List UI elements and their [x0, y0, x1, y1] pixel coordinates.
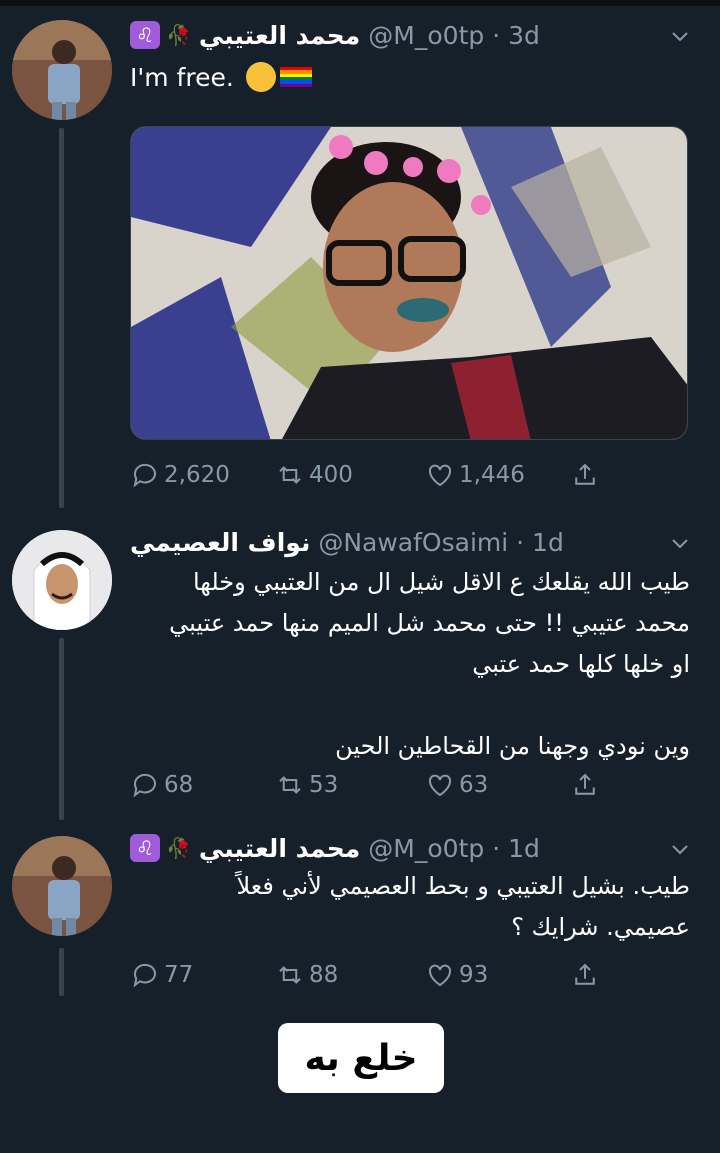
retweet-action[interactable]: 53 — [275, 770, 338, 800]
handle[interactable]: @M_o0tp — [368, 834, 484, 863]
like-action[interactable]: 93 — [425, 960, 488, 990]
dot-separator: · — [484, 833, 509, 863]
retweet-count: 88 — [309, 962, 339, 988]
dot-separator: · — [484, 20, 509, 50]
retweet-icon — [279, 966, 301, 984]
tweet-text: طيب. بشيل العتيبي و بحط العصيمي لأني فعل… — [130, 866, 690, 948]
rose-icon: 🥀 — [166, 836, 191, 860]
text-line — [130, 685, 690, 726]
thread-line — [59, 638, 64, 820]
retweet-icon — [279, 776, 301, 794]
retweet-count: 53 — [309, 772, 339, 798]
avatar[interactable] — [12, 836, 112, 936]
share-icon — [575, 963, 595, 985]
reply-count: 77 — [164, 962, 194, 988]
share-action[interactable] — [570, 960, 604, 990]
handle[interactable]: @NawafOsaimi — [318, 528, 508, 557]
timestamp[interactable]: 1d — [532, 528, 564, 557]
display-name[interactable]: نواف العصيمي — [130, 528, 310, 557]
tweet-header: ♌ 🥀 محمد العتيبي @M_o0tp · 3d — [130, 15, 660, 55]
chevron-down-icon[interactable] — [668, 24, 692, 48]
text-line: طيب الله يقلعك ع الاقل شيل ال من العتيبي… — [192, 568, 690, 596]
like-action[interactable]: 63 — [425, 770, 488, 800]
thread-line — [59, 948, 64, 996]
heart-icon — [428, 774, 452, 797]
text-line: او خلها كلها حمد عتبي — [472, 650, 690, 678]
like-count: 63 — [459, 772, 489, 798]
tweet-actions: 2,620 400 1,446 — [130, 460, 610, 500]
tweet-actions: 77 88 93 — [130, 960, 610, 1000]
avatar-photo-icon — [12, 836, 112, 936]
reply-count: 68 — [164, 772, 194, 798]
reply-icon — [133, 463, 156, 488]
avatar-photo-icon — [12, 20, 112, 120]
tweet-header: ♌ 🥀 محمد العتيبي @M_o0tp · 1d — [130, 828, 660, 868]
reply-icon — [133, 963, 156, 988]
caption-label: خلع به — [278, 1023, 444, 1093]
heart-icon — [428, 464, 452, 487]
avatar[interactable] — [12, 20, 112, 120]
heart-icon — [428, 964, 452, 987]
tweet-1[interactable]: ♌ 🥀 محمد العتيبي @M_o0tp · 3d I'm free. — [0, 0, 720, 510]
avatar-photo-icon — [12, 530, 112, 630]
selfie-photo-icon — [131, 127, 687, 439]
retweet-action[interactable]: 88 — [275, 960, 338, 990]
text-line: محمد عتيبي !! حتى محمد شل الميم منها حمد… — [169, 609, 690, 637]
share-action[interactable] — [570, 770, 604, 800]
retweet-icon — [279, 466, 301, 484]
reply-icon — [133, 773, 156, 798]
rainbow-flag-icon — [279, 67, 312, 87]
share-action[interactable] — [570, 460, 604, 490]
thread-line — [59, 128, 64, 508]
text-line: وين نودي وجهنا من القحاطين الحين — [335, 732, 690, 760]
display-name[interactable]: محمد العتيبي — [199, 21, 360, 50]
reply-action[interactable]: 68 — [130, 770, 193, 800]
text-line: عصيمي. شرايك ؟ — [511, 913, 690, 941]
retweet-action[interactable]: 400 — [275, 460, 353, 490]
tweet-text: طيب الله يقلعك ع الاقل شيل ال من العتيبي… — [130, 562, 690, 767]
display-name[interactable]: محمد العتيبي — [199, 834, 360, 863]
tweet-photo[interactable] — [130, 126, 688, 440]
like-count: 1,446 — [459, 462, 525, 488]
reply-action[interactable]: 77 — [130, 960, 193, 990]
relieved-face-icon — [245, 62, 276, 92]
like-count: 93 — [459, 962, 489, 988]
chevron-down-icon[interactable] — [668, 837, 692, 861]
tweet-3[interactable]: ♌ 🥀 محمد العتيبي @M_o0tp · 1d طيب. بشيل … — [0, 820, 720, 1010]
leo-zodiac-icon: ♌ — [130, 21, 160, 49]
reply-count: 2,620 — [164, 462, 230, 488]
tweet-2[interactable]: نواف العصيمي @NawafOsaimi · 1d طيب الله … — [0, 510, 720, 820]
leo-zodiac-icon: ♌ — [130, 834, 160, 862]
text-line: طيب. بشيل العتيبي و بحط العصيمي لأني فعل… — [236, 872, 690, 900]
tweet-actions: 68 53 63 — [130, 770, 610, 810]
tweet-text: I'm free. — [130, 62, 312, 92]
share-icon — [575, 463, 595, 485]
chevron-down-icon[interactable] — [668, 531, 692, 555]
twitter-thread-screen: ♌ 🥀 محمد العتيبي @M_o0tp · 3d I'm free. — [0, 0, 720, 1153]
tweet-header: نواف العصيمي @NawafOsaimi · 1d — [130, 522, 660, 562]
like-action[interactable]: 1,446 — [425, 460, 525, 490]
rose-icon: 🥀 — [166, 23, 191, 47]
avatar[interactable] — [12, 530, 112, 630]
share-icon — [575, 773, 595, 795]
timestamp[interactable]: 1d — [508, 834, 540, 863]
handle[interactable]: @M_o0tp — [368, 21, 484, 50]
reply-action[interactable]: 2,620 — [130, 460, 230, 490]
timestamp[interactable]: 3d — [508, 21, 540, 50]
retweet-count: 400 — [309, 462, 353, 488]
dot-separator: · — [508, 527, 533, 557]
